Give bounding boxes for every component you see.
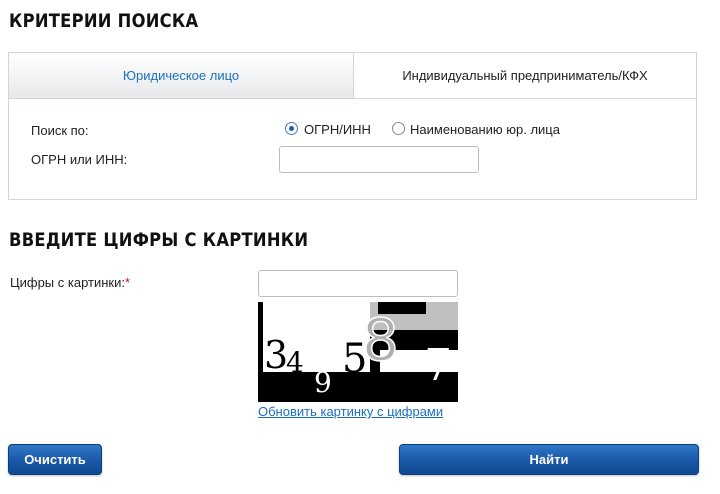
radio-ogrn-inn[interactable]	[285, 122, 298, 135]
radio-ogrn-inn-label[interactable]: ОГРН/ИНН	[304, 122, 371, 137]
captcha-input[interactable]	[258, 270, 458, 297]
captcha-digit-1: 3	[264, 333, 288, 377]
captcha-digit-6: 7	[424, 340, 452, 391]
refresh-captcha-link[interactable]: Обновить картинку с цифрами	[258, 404, 443, 419]
captcha-digit-3: 9	[314, 366, 332, 399]
radio-company-name-label[interactable]: Наименованию юр. лица	[410, 122, 560, 137]
required-mark: *	[124, 275, 131, 290]
find-button-label: Найти	[529, 452, 569, 467]
captcha-title: ВВЕДИТЕ ЦИФРЫ С КАРТИНКИ	[9, 229, 309, 251]
captcha-field-label-text: Цифры с картинки:	[10, 275, 125, 290]
search-criteria-panel: Юридическое лицо Индивидуальный предприн…	[8, 52, 697, 200]
captcha-digit-2: 4	[286, 346, 304, 379]
tab-legal-entity[interactable]: Юридическое лицо	[9, 53, 353, 99]
ogrn-inn-label: ОГРН или ИНН:	[31, 152, 128, 167]
captcha-image-canvas: 3 4 9 5 8 7	[258, 302, 458, 402]
captcha-image: 3 4 9 5 8 7	[258, 302, 458, 402]
tab-individual-entrepreneur-label: Индивидуальный предприниматель/КФХ	[402, 68, 648, 83]
find-button[interactable]: Найти	[399, 444, 699, 475]
clear-button[interactable]: Очистить	[8, 444, 102, 475]
search-criteria-title: КРИТЕРИИ ПОИСКА	[9, 10, 199, 32]
entity-type-tabs: Юридическое лицо Индивидуальный предприн…	[9, 53, 696, 99]
clear-button-label: Очистить	[24, 452, 86, 467]
tab-individual-entrepreneur[interactable]: Индивидуальный предприниматель/КФХ	[353, 53, 696, 99]
captcha-digit-5: 8	[362, 306, 399, 374]
search-by-label: Поиск по:	[31, 123, 89, 138]
tab-legal-entity-label: Юридическое лицо	[122, 68, 240, 83]
ogrn-inn-input[interactable]	[279, 146, 479, 173]
radio-selected-dot	[289, 126, 294, 131]
captcha-field-label: Цифры с картинки:*	[10, 275, 130, 290]
radio-company-name[interactable]	[392, 122, 405, 135]
